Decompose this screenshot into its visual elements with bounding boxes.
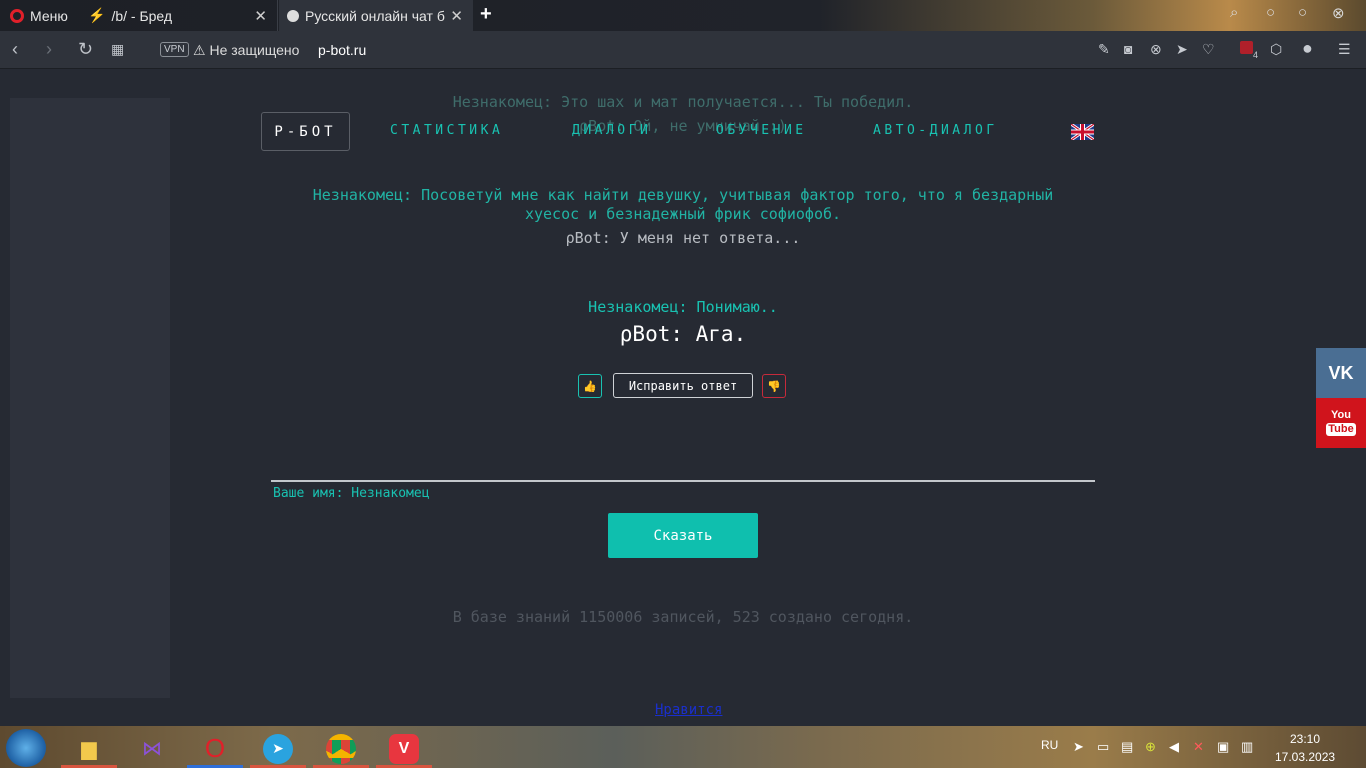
- vivaldi-icon: V: [389, 733, 419, 764]
- lightning-icon: ⚡: [88, 7, 106, 23]
- back-icon[interactable]: ‹: [12, 39, 18, 60]
- tab-title: Русский онлайн чат бот: [305, 7, 445, 24]
- uk-flag-icon[interactable]: [1071, 124, 1094, 140]
- like-link[interactable]: Нравится: [655, 702, 722, 718]
- knowledge-base-stats: В базе знаний 1150006 записей, 523 созда…: [452, 608, 914, 626]
- folder-icon: ▆: [81, 738, 97, 760]
- start-button[interactable]: [6, 729, 46, 767]
- close-tab-icon[interactable]: ✕: [254, 7, 267, 25]
- thumbs-up-button[interactable]: 👍: [578, 374, 602, 398]
- fix-answer-button[interactable]: Исправить ответ: [613, 373, 753, 398]
- reload-icon[interactable]: ↻: [78, 39, 93, 60]
- current-user-message: Незнакомец: Понимаю..: [588, 298, 778, 316]
- browser-menu-button[interactable]: Меню: [0, 0, 78, 31]
- thumbs-down-icon: 👎: [767, 380, 781, 393]
- taskbar-telegram[interactable]: ➤: [250, 729, 306, 768]
- security-indicator[interactable]: ⚠ Не защищено: [193, 42, 299, 59]
- site-logo[interactable]: Р-БОТ: [261, 112, 350, 151]
- taskbar-chrome[interactable]: [313, 729, 369, 768]
- vk-icon: VK: [1328, 362, 1354, 383]
- youtube-icon-line1: You: [1331, 409, 1351, 421]
- telegram-tray-icon[interactable]: ➤: [1073, 739, 1084, 755]
- clipboard-tray-icon[interactable]: ▤: [1121, 739, 1133, 755]
- prev-bot-message: ρBot: У меня нет ответа...: [565, 229, 801, 247]
- current-bot-message: ρBot: Ага.: [619, 322, 747, 346]
- vk-share-button[interactable]: VK: [1316, 348, 1366, 398]
- opera-icon: O: [204, 733, 226, 763]
- minimize-icon[interactable]: ○: [1266, 4, 1275, 21]
- browser-tab-bar: Меню ⚡ /b/ - Бред ✕ Русский онлайн чат б…: [0, 0, 1366, 31]
- forward-icon[interactable]: ›: [46, 39, 52, 60]
- display-tray-icon[interactable]: ▭: [1097, 739, 1109, 755]
- nav-statistics[interactable]: СТАТИСТИКА: [390, 123, 503, 138]
- youtube-button[interactable]: You Tube: [1316, 398, 1366, 448]
- taskbar-vivaldi[interactable]: V: [376, 729, 432, 768]
- chrome-icon: [326, 733, 356, 764]
- youtube-icon-line2: Tube: [1326, 423, 1356, 436]
- close-tab-icon[interactable]: ✕: [450, 7, 463, 25]
- new-tab-plus-icon[interactable]: +: [480, 3, 492, 26]
- search-icon[interactable]: ⌕: [1230, 4, 1238, 21]
- extension-badge: 4: [1253, 49, 1259, 60]
- taskbar-opera[interactable]: O: [187, 729, 243, 768]
- network-off-icon[interactable]: ✕: [1193, 739, 1204, 755]
- tabs-grid-icon[interactable]: ▦: [111, 41, 124, 58]
- maximize-icon[interactable]: ○: [1298, 4, 1307, 21]
- clock-date[interactable]: 17.03.2023: [1275, 750, 1335, 764]
- url-field[interactable]: p-bot.ru: [318, 42, 366, 58]
- user-name-label[interactable]: Ваше имя: Незнакомец: [273, 486, 430, 501]
- page-content: Незнакомец: Это шах и мат получается... …: [0, 70, 1366, 726]
- easy-setup-icon[interactable]: ☰: [1338, 41, 1351, 58]
- plus-tray-icon[interactable]: ⊕: [1145, 739, 1156, 755]
- clock-time[interactable]: 23:10: [1290, 732, 1320, 746]
- thumbs-up-icon: 👍: [583, 380, 597, 393]
- security-label: Не защищено: [209, 42, 300, 58]
- ublock-icon[interactable]: 4: [1240, 41, 1258, 60]
- send-icon[interactable]: ➤: [1176, 41, 1188, 58]
- say-button[interactable]: Сказать: [608, 513, 758, 558]
- vpn-badge[interactable]: VPN: [160, 42, 189, 57]
- windows-taskbar: ▆ ⋈ O ➤ V RU ➤ ▭ ▤ ⊕ ◀ ✕ ▣ ▥ 23:10 17.03…: [0, 726, 1366, 768]
- volume-icon[interactable]: ◀: [1169, 739, 1179, 755]
- faded-bot-message: ρBot: Ой, не умничай :): [579, 117, 787, 135]
- telegram-icon: ➤: [263, 733, 293, 764]
- action-center-icon[interactable]: ▥: [1241, 739, 1253, 755]
- pbot-favicon-icon: [287, 9, 299, 22]
- cube-icon[interactable]: ⬡: [1270, 41, 1282, 58]
- heart-icon[interactable]: ♡: [1202, 41, 1215, 58]
- taskbar-visual-studio[interactable]: ⋈: [124, 729, 180, 768]
- tab-b-bred[interactable]: ⚡ /b/ - Бред ✕: [80, 0, 278, 31]
- tab-pbot[interactable]: Русский онлайн чат бот ✕: [279, 0, 473, 31]
- prev-user-message: Незнакомец: Посоветуй мне как найти деву…: [312, 186, 1054, 204]
- visual-studio-icon: ⋈: [142, 738, 162, 760]
- message-input[interactable]: [271, 480, 1095, 482]
- tab-title: /b/ - Бред: [111, 7, 173, 24]
- browser-address-bar: ‹ › ↻ ▦ VPN ⚠ Не защищено p-bot.ru ✎ ◙ ⊗…: [0, 31, 1366, 69]
- camera-icon[interactable]: ◙: [1124, 41, 1132, 57]
- prev-user-message-line2: хуесос и безнадежный фрик софиофоб.: [524, 205, 842, 223]
- block-icon[interactable]: ⊗: [1150, 41, 1162, 58]
- thumbs-down-button[interactable]: 👎: [762, 374, 786, 398]
- nav-dialogs[interactable]: ДИАЛОГИ: [572, 123, 651, 138]
- warning-icon: ⚠: [193, 42, 206, 58]
- nav-auto-dialog[interactable]: АВТО-ДИАЛОГ: [873, 123, 998, 138]
- opera-logo-icon: [10, 8, 24, 23]
- language-indicator[interactable]: RU: [1041, 738, 1058, 752]
- faded-user-message: Незнакомец: Это шах и мат получается... …: [452, 93, 914, 111]
- taskbar-explorer[interactable]: ▆: [61, 729, 117, 768]
- menu-label: Меню: [30, 7, 68, 24]
- network-icon[interactable]: ▣: [1217, 739, 1229, 755]
- close-window-icon[interactable]: ⊗: [1332, 4, 1345, 22]
- nav-learning[interactable]: ОБУЧЕНИЕ: [716, 123, 807, 138]
- profile-icon[interactable]: ●: [1302, 38, 1313, 59]
- edit-icon[interactable]: ✎: [1098, 41, 1110, 58]
